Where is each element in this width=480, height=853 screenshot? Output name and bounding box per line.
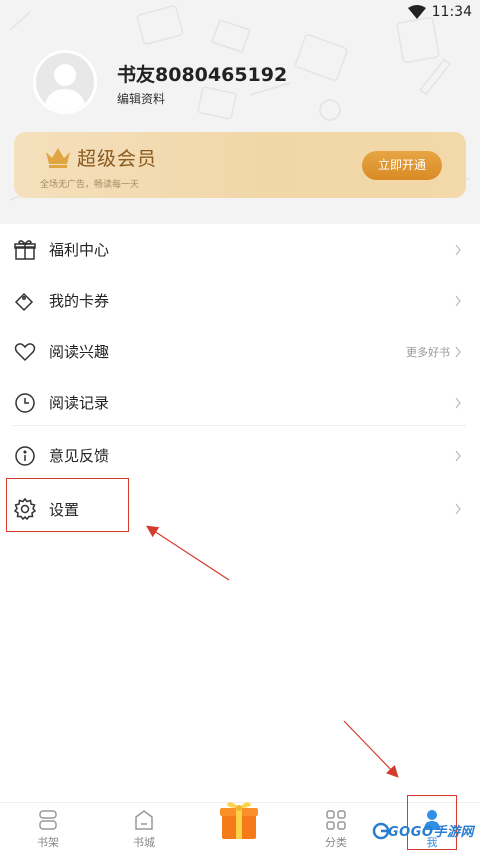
tab-label: 书架: [37, 836, 59, 849]
divider: [13, 425, 466, 426]
username: 书友8080465192: [117, 64, 288, 86]
gift-box-icon[interactable]: [218, 799, 260, 841]
vip-subtitle: 全场无广告，畅读每一天: [40, 180, 140, 190]
heart-icon: [14, 342, 36, 361]
chevron-right-icon: [455, 397, 461, 408]
bookstore-icon: [135, 810, 153, 830]
chevron-right-icon: [455, 503, 461, 515]
status-time: 11:34: [431, 4, 472, 20]
category-icon: [326, 810, 346, 830]
bookshelf-icon: [39, 810, 57, 830]
chevron-right-icon: [455, 450, 461, 461]
edit-profile-link[interactable]: 编辑资料: [117, 90, 165, 107]
clock-icon: [15, 392, 35, 413]
menu-item-reading-interest[interactable]: 阅读兴趣 更多好书: [0, 326, 480, 377]
menu-item-label: 福利中心: [49, 241, 110, 259]
gift-icon: [14, 239, 36, 260]
annotation-arrow-me-tab: [343, 720, 399, 778]
watermark-logo: GOGO手游网: [372, 816, 478, 846]
tab-label: 分类: [325, 836, 347, 849]
chevron-right-icon: [455, 346, 461, 357]
tab-bookshelf[interactable]: 书架: [18, 803, 78, 853]
menu-item-label: 我的卡券: [49, 292, 110, 310]
vip-open-button[interactable]: 立即开通: [362, 151, 442, 180]
menu-item-feedback[interactable]: 意见反馈: [0, 430, 480, 481]
ticket-icon: [14, 292, 34, 311]
chevron-right-icon: [455, 295, 461, 306]
chevron-right-icon: [455, 244, 461, 255]
menu-item-label: 阅读兴趣: [49, 343, 110, 361]
avatar[interactable]: [33, 50, 97, 114]
tab-category[interactable]: 分类: [306, 803, 366, 853]
crown-icon: [46, 148, 70, 168]
menu-item-reading-history[interactable]: 阅读记录: [0, 377, 480, 428]
tab-label: 书城: [133, 836, 155, 849]
vip-card[interactable]: 超级会员 全场无广告，畅读每一天 立即开通: [14, 132, 466, 198]
menu-item-label: 阅读记录: [49, 394, 110, 412]
more-books-label: 更多好书: [406, 345, 450, 359]
vip-title: 超级会员: [77, 148, 158, 170]
annotation-highlight-settings: [6, 478, 129, 532]
watermark-text: GOGO手游网: [388, 825, 474, 840]
wifi-icon: [407, 5, 426, 19]
menu-item-label: 意见反馈: [49, 447, 110, 465]
tab-bookstore[interactable]: 书城: [114, 803, 174, 853]
status-bar: 11:34: [0, 0, 480, 24]
menu-item-coupons[interactable]: 我的卡券: [0, 275, 480, 326]
default-avatar-icon: [36, 53, 94, 111]
menu-item-welfare[interactable]: 福利中心: [0, 224, 480, 275]
info-icon: [15, 445, 35, 466]
